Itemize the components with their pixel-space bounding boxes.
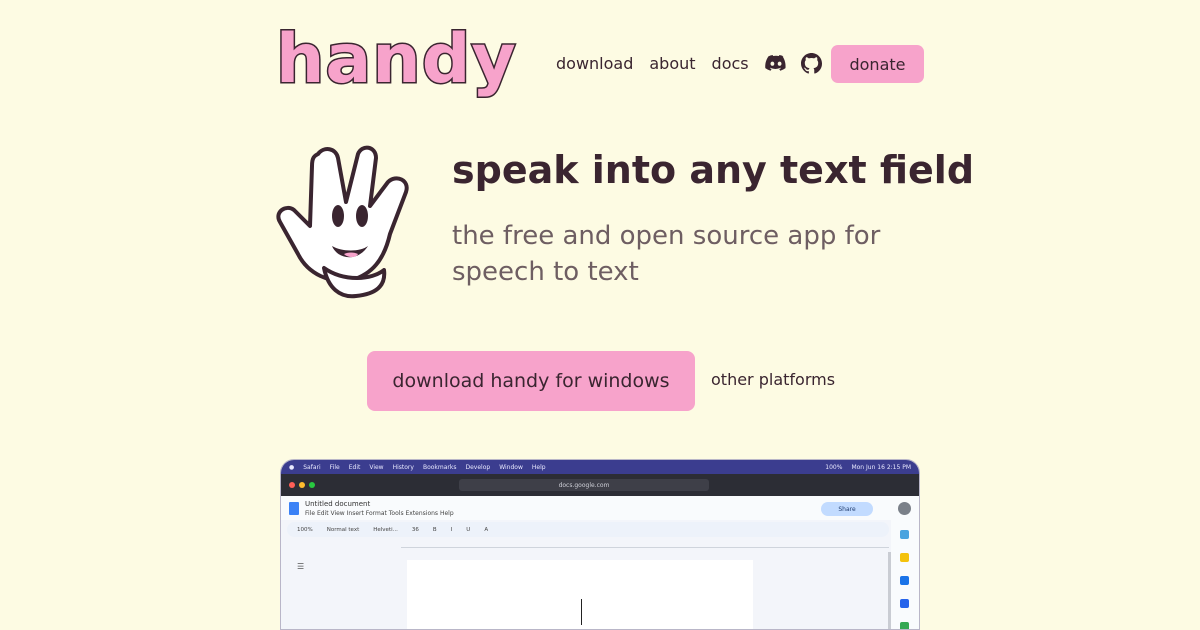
mac-menu-item: View: [369, 463, 384, 471]
zoom-level: 100%: [297, 526, 313, 533]
document-canvas: ☰: [281, 552, 891, 629]
top-nav: download about docs: [556, 44, 837, 82]
outline-icon: ☰: [297, 562, 305, 571]
battery-status: 100%: [825, 463, 843, 471]
mac-menu-item: Help: [531, 463, 546, 471]
hero-subline: the free and open source app for speech …: [452, 221, 881, 287]
document-page: [407, 560, 753, 629]
mac-menu-item: Bookmarks: [422, 463, 457, 471]
close-window-dot: [289, 482, 295, 488]
nav-download-link[interactable]: download: [556, 54, 633, 73]
docs-formatting-toolbar: 100% Normal text Helveti... 36 B I U A: [287, 522, 889, 537]
app-screenshot: ● Safari File Edit View History Bookmark…: [280, 459, 920, 630]
apple-icon: ●: [289, 463, 295, 471]
discord-icon[interactable]: [764, 52, 787, 74]
text-color: A: [484, 526, 489, 533]
zoom-window-dot: [309, 482, 315, 488]
font-size: 36: [411, 526, 419, 533]
bold-toggle: B: [432, 526, 437, 533]
mac-menu-item: History: [392, 463, 414, 471]
hero-headline: speak into any text field: [452, 148, 975, 192]
minimize-window-dot: [299, 482, 305, 488]
doc-menu: File Edit View Insert Format Tools Exten…: [305, 509, 454, 517]
doc-title: Untitled document: [305, 499, 371, 508]
download-windows-button[interactable]: download handy for windows: [367, 351, 695, 411]
google-docs-icon: [289, 501, 299, 515]
waving-hand-mascot: [272, 142, 424, 304]
maps-icon: [900, 622, 909, 629]
keep-icon: [900, 553, 909, 562]
mac-menu-item: Safari: [303, 463, 321, 471]
donate-button[interactable]: donate: [831, 45, 924, 83]
mac-menu-item: Window: [499, 463, 523, 471]
tasks-icon: [900, 576, 909, 585]
calendar-icon: [900, 530, 909, 539]
safari-toolbar: docs.google.com: [281, 474, 919, 496]
mac-menu-item: File: [329, 463, 340, 471]
nav-about-link[interactable]: about: [649, 54, 695, 73]
underline-toggle: U: [466, 526, 471, 533]
text-cursor: [581, 599, 582, 625]
side-panel: [891, 520, 919, 629]
nav-docs-link[interactable]: docs: [712, 54, 749, 73]
style-select: Normal text: [326, 526, 360, 533]
ruler: [401, 539, 889, 548]
font-select: Helveti...: [373, 526, 398, 533]
clock: Mon Jun 16 2:15 PM: [851, 463, 911, 471]
other-platforms-link[interactable]: other platforms: [711, 370, 835, 389]
docs-header: Untitled document File Edit View Insert …: [281, 496, 919, 520]
italic-toggle: I: [450, 526, 453, 533]
github-icon[interactable]: [801, 52, 823, 74]
mac-menu-item: Edit: [348, 463, 361, 471]
logo[interactable]: handy: [275, 24, 518, 95]
url-bar: docs.google.com: [459, 479, 709, 491]
contacts-icon: [900, 599, 909, 608]
share-button: Share: [821, 502, 873, 516]
mac-menu-item: Develop: [465, 463, 491, 471]
mac-menu-bar: ● Safari File Edit View History Bookmark…: [281, 460, 919, 474]
avatar: [898, 502, 911, 515]
